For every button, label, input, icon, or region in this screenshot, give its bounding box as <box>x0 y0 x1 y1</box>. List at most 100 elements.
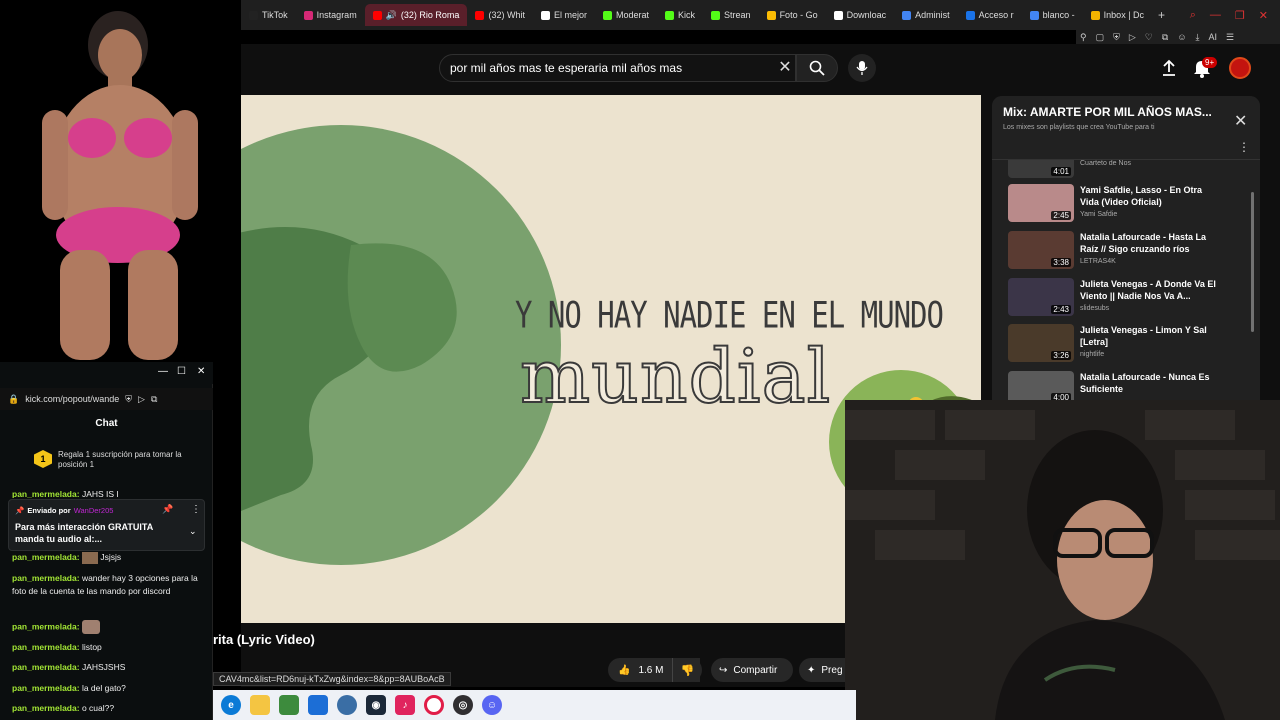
heart-icon[interactable]: ♡ <box>1145 32 1153 43</box>
duration-badge: 2:45 <box>1051 211 1071 220</box>
tab-el-mejor[interactable]: El mejor <box>533 4 595 26</box>
chat-username[interactable]: pan_mermelada: <box>12 573 80 583</box>
pin-icon[interactable]: 📌 <box>162 504 173 515</box>
tab-admin[interactable]: Administ <box>894 4 958 26</box>
chat-username[interactable]: pan_mermelada: <box>12 642 80 652</box>
tab-moderator[interactable]: Moderat <box>595 4 657 26</box>
minecraft-icon[interactable] <box>279 695 299 715</box>
chevron-down-icon[interactable]: ⌄ <box>189 526 197 537</box>
pin-icon[interactable]: ⚲ <box>1080 32 1087 43</box>
sparkle-icon: ✦ <box>807 664 816 676</box>
chat-text: JAHS IS I <box>81 489 119 498</box>
download-icon[interactable]: ⤓ <box>1196 32 1200 43</box>
playlist-title[interactable]: Mix: AMARTE POR MIL AÑOS MAS... <box>1003 105 1223 119</box>
maximize-button[interactable]: ☐ <box>177 366 186 377</box>
play-icon[interactable]: ▷ <box>1129 32 1136 43</box>
profile-icon[interactable]: ☺ <box>1177 32 1186 42</box>
shield-icon[interactable]: ⛨ <box>1113 32 1120 43</box>
clear-search-icon[interactable]: ✕ <box>776 58 794 76</box>
opera-icon[interactable] <box>424 695 444 715</box>
tab-instagram[interactable]: Instagram <box>296 4 365 26</box>
pinned-username[interactable]: WanDer205 <box>74 506 114 515</box>
tab-youtube[interactable]: (32) Whit <box>467 4 533 26</box>
like-count: 1.6 M <box>638 664 664 676</box>
obs-icon[interactable]: ◎ <box>453 695 473 715</box>
calculator-icon[interactable] <box>308 695 328 715</box>
chat-username[interactable]: pan_mermelada: <box>12 621 80 631</box>
more-options-icon[interactable]: ⋮ <box>191 504 201 515</box>
chat-username[interactable]: pan_mermelada: <box>12 552 80 562</box>
playlist-item[interactable]: 2:45 Yami Safdie, Lasso - En Otra Vida (… <box>1008 184 1248 224</box>
menu-icon[interactable]: ☰ <box>1226 32 1234 43</box>
channel-name: LETRAS4K <box>1080 258 1116 265</box>
shield-icon[interactable]: ⛨ <box>125 394 132 405</box>
tab-stream[interactable]: Strean <box>703 4 759 26</box>
tab-youtube-active[interactable]: 🔊 (32) Rio Roma <box>364 4 468 26</box>
extensions-icon[interactable]: ⧉ <box>1162 32 1168 43</box>
file-explorer-icon[interactable] <box>250 695 270 715</box>
close-window-button[interactable]: ✕ <box>197 366 205 377</box>
pin-icon: 📌 <box>15 506 25 515</box>
chat-username[interactable]: pan_mermelada: <box>12 662 80 672</box>
more-options-icon[interactable]: ⋮ <box>1238 140 1250 154</box>
search-tabs-icon[interactable]: ⌕ <box>1190 9 1196 22</box>
video-title: rita (Lyric Video) <box>213 632 315 647</box>
new-tab-button[interactable]: + <box>1152 8 1171 22</box>
chat-username[interactable]: pan_mermelada: <box>12 489 80 498</box>
pinned-text: Para más interacción GRATUITA manda tu a… <box>15 522 153 544</box>
video-name: Yami Safdie, Lasso - En Otra Vida (Video… <box>1080 185 1203 207</box>
gift-sub-promo[interactable]: Regala 1 suscripción para tomar la posic… <box>58 450 188 470</box>
duration-badge: 3:38 <box>1051 258 1071 267</box>
play-icon[interactable]: ▷ <box>138 394 145 405</box>
minimize-button[interactable]: — <box>158 366 168 377</box>
playlist-item[interactable]: 4:01 Cuarteto de Nos <box>1008 160 1248 178</box>
tab-label: TikTok <box>262 10 288 20</box>
playlist-item[interactable]: 4:00 Natalia Lafourcade - Nunca Es Sufic… <box>1008 371 1248 401</box>
tab-inbox[interactable]: Inbox | Dc <box>1083 4 1152 26</box>
discord-icon[interactable]: ☺ <box>482 695 502 715</box>
search-button[interactable] <box>796 54 838 82</box>
emote-icon <box>81 551 98 564</box>
channel-name: Cuarteto de Nos <box>1080 160 1131 167</box>
tab-download[interactable]: Downloac <box>826 4 895 26</box>
screenshot-icon[interactable]: ▢ <box>1096 32 1105 43</box>
playlist-item[interactable]: 2:43 Julieta Venegas - A Donde Va El Vie… <box>1008 278 1248 318</box>
tiktok-icon[interactable]: ♪ <box>395 695 415 715</box>
playlist-item[interactable]: 3:26 Julieta Venegas - Limon Y Sal [Letr… <box>1008 324 1248 364</box>
dislike-button[interactable]: 👎 <box>672 658 702 682</box>
tab-blanco[interactable]: blanco - <box>1022 4 1083 26</box>
extensions-icon[interactable]: ⧉ <box>151 394 157 405</box>
playlist-item[interactable]: 3:38 Natalia Lafourcade - Hasta La Raíz … <box>1008 231 1248 271</box>
chat-text: listop <box>81 642 102 652</box>
chat-username[interactable]: pan_mermelada: <box>12 683 80 693</box>
maximize-button[interactable]: ❐ <box>1235 9 1245 22</box>
tab-label: blanco - <box>1042 10 1075 20</box>
close-playlist-icon[interactable]: ✕ <box>1234 111 1247 131</box>
video-name: Natalia Lafourcade - Hasta La Raíz // Si… <box>1080 232 1207 254</box>
lyric-line-2: mundial <box>519 333 832 421</box>
edge-icon[interactable]: e <box>221 695 241 715</box>
pinned-message[interactable]: 📌 Enviado por WanDer205 Para más interac… <box>8 499 205 551</box>
chat-url-bar[interactable]: 🔒 kick.com/popout/wande ⛨ ▷ ⧉ <box>0 388 213 410</box>
search-input[interactable]: por mil años mas te esperaria mil años m… <box>439 54 796 82</box>
close-window-button[interactable]: ✕ <box>1259 9 1268 22</box>
share-button[interactable]: ↪ Compartir <box>711 658 793 682</box>
tab-label: Downloac <box>846 10 887 20</box>
tab-google-photos[interactable]: Foto - Go <box>759 4 826 26</box>
ai-button[interactable]: AI <box>1209 32 1218 42</box>
steam-icon[interactable]: ◉ <box>366 695 386 715</box>
playlist-scrollbar[interactable] <box>1251 192 1254 332</box>
lock-icon: 🔒 <box>8 393 20 404</box>
voice-search-button[interactable] <box>848 54 876 82</box>
avatar[interactable] <box>1229 57 1251 79</box>
chat-text: o cual?? <box>81 703 115 713</box>
chat-username[interactable]: pan_mermelada: <box>12 703 80 713</box>
upload-icon[interactable] <box>1160 59 1178 77</box>
edge-dev-icon[interactable] <box>337 695 357 715</box>
tab-kick[interactable]: Kick <box>657 4 703 26</box>
chat-message: pan_mermelada: Jsjsjs <box>12 551 202 564</box>
tab-tiktok[interactable]: TikTok <box>241 4 296 26</box>
minimize-button[interactable]: — <box>1210 9 1221 22</box>
tab-acceso[interactable]: Acceso r <box>958 4 1022 26</box>
tab-label: Acceso r <box>978 10 1014 20</box>
